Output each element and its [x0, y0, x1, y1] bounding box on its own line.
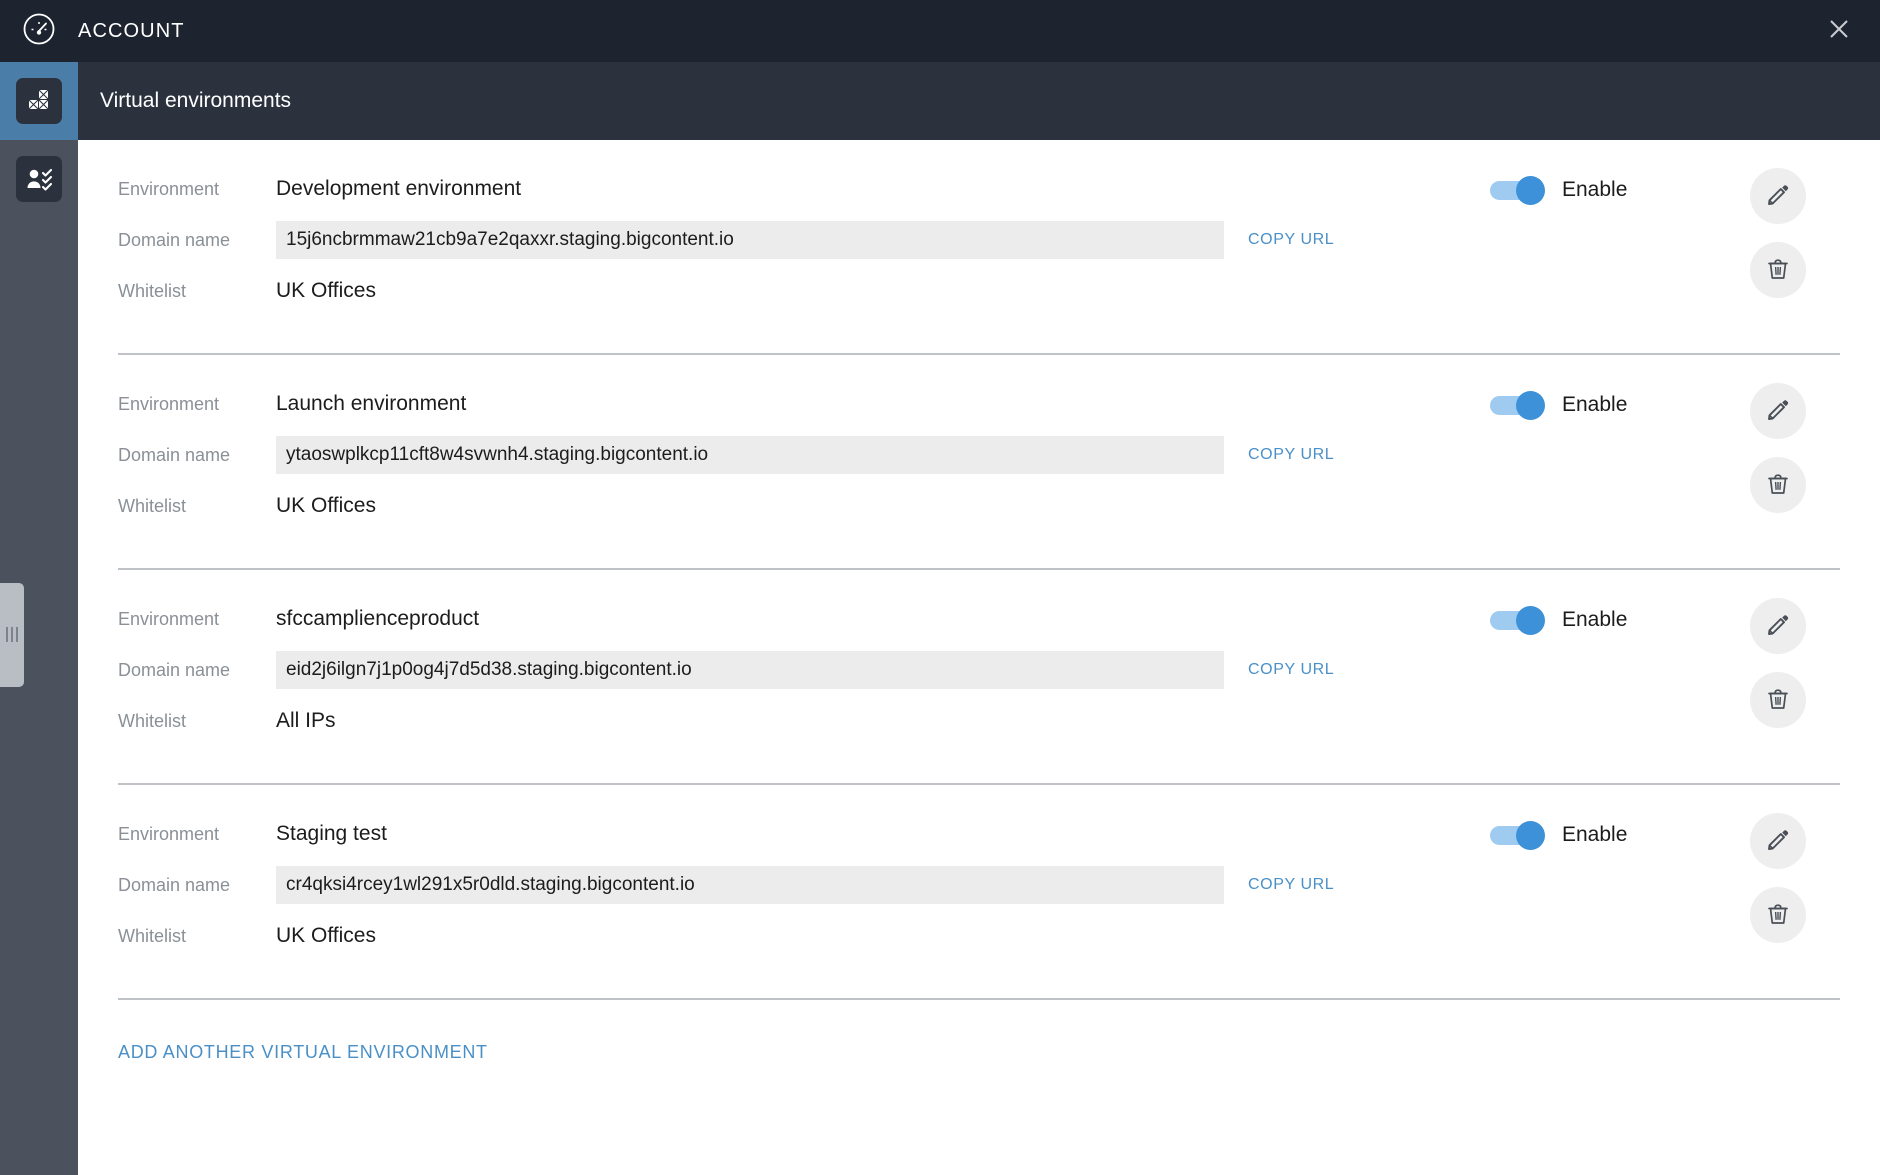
- virtual-environments-blocks-icon: [16, 78, 62, 124]
- pencil-edit-icon: [1766, 398, 1790, 425]
- environment-name-value: Launch environment: [276, 392, 467, 415]
- edit-environment-button[interactable]: [1750, 383, 1806, 439]
- environment-row: Environment sfccamplienceproduct Domain …: [118, 568, 1840, 783]
- domain-name-input[interactable]: cr4qksi4rcey1wl291x5r0dld.staging.bigcon…: [276, 866, 1224, 904]
- environment-label: Environment: [118, 608, 220, 629]
- trash-delete-icon: [1766, 257, 1790, 284]
- toggle-knob: [1516, 175, 1545, 205]
- whitelist-label: Whitelist: [118, 925, 187, 946]
- domain-name-input[interactable]: 15j6ncbrmmaw21cb9a7e2qaxxr.staging.bigco…: [276, 221, 1224, 259]
- enable-toggle-label: Enable: [1562, 608, 1628, 631]
- drag-grip-icon: [5, 626, 20, 644]
- trash-delete-icon: [1766, 687, 1790, 714]
- delete-environment-button[interactable]: [1750, 457, 1806, 513]
- edit-environment-button[interactable]: [1750, 598, 1806, 654]
- environment-label: Environment: [118, 393, 220, 414]
- domain-name-input[interactable]: ytaoswplkcp11cft8w4svwnh4.staging.bigcon…: [276, 436, 1224, 474]
- toggle-knob: [1516, 605, 1545, 635]
- delete-environment-button[interactable]: [1750, 887, 1806, 943]
- row-controls: Enable: [1480, 598, 1840, 728]
- section-header: Virtual environments: [78, 62, 1880, 140]
- panel-footer: ADD ANOTHER VIRTUAL ENVIRONMENT: [118, 998, 1840, 1069]
- enable-toggle-label: Enable: [1562, 823, 1628, 846]
- domain-name-label: Domain name: [118, 229, 231, 250]
- edit-environment-button[interactable]: [1750, 813, 1806, 869]
- page-title: ACCOUNT: [78, 19, 185, 42]
- domain-name-input[interactable]: eid2j6ilgn7j1p0og4j7d5d38.staging.bigcon…: [276, 651, 1224, 689]
- environment-name-value: sfccamplienceproduct: [276, 607, 480, 630]
- whitelist-label: Whitelist: [118, 495, 187, 516]
- user-permissions-checklist-icon: [16, 156, 62, 202]
- pencil-edit-icon: [1766, 613, 1790, 640]
- environment-row: Environment Staging test Domain name cr4…: [118, 783, 1840, 998]
- pencil-edit-icon: [1766, 828, 1790, 855]
- virtual-environments-panel: Environment Development environment Doma…: [78, 140, 1880, 1175]
- copy-url-button[interactable]: COPY URL: [1248, 446, 1334, 464]
- environment-name-value: Staging test: [276, 822, 387, 845]
- close-icon: [1828, 18, 1850, 45]
- toggle-knob: [1516, 390, 1545, 420]
- enable-toggle-group: Enable: [1490, 605, 1628, 635]
- app-logo[interactable]: [0, 0, 78, 62]
- enable-toggle-group: Enable: [1490, 820, 1628, 850]
- domain-name-label: Domain name: [118, 659, 231, 680]
- enable-toggle[interactable]: [1490, 175, 1545, 205]
- environment-label: Environment: [118, 823, 220, 844]
- trash-delete-icon: [1766, 902, 1790, 929]
- edit-environment-button[interactable]: [1750, 168, 1806, 224]
- row-controls: Enable: [1480, 813, 1840, 943]
- whitelist-value: UK Offices: [276, 494, 376, 517]
- section-title: Virtual environments: [100, 89, 292, 112]
- toggle-knob: [1516, 820, 1545, 850]
- environment-row: Environment Launch environment Domain na…: [118, 353, 1840, 568]
- row-controls: Enable: [1480, 383, 1840, 513]
- delete-environment-button[interactable]: [1750, 242, 1806, 298]
- environment-label: Environment: [118, 178, 220, 199]
- enable-toggle[interactable]: [1490, 820, 1545, 850]
- enable-toggle[interactable]: [1490, 605, 1545, 635]
- close-button[interactable]: [1824, 16, 1854, 46]
- panel-resize-handle[interactable]: [0, 583, 24, 687]
- whitelist-label: Whitelist: [118, 280, 187, 301]
- enable-toggle-label: Enable: [1562, 178, 1628, 201]
- whitelist-label: Whitelist: [118, 710, 187, 731]
- delete-environment-button[interactable]: [1750, 672, 1806, 728]
- top-bar: ACCOUNT: [0, 0, 1880, 62]
- row-controls: Enable: [1480, 168, 1840, 298]
- whitelist-value: All IPs: [276, 709, 336, 732]
- pencil-edit-icon: [1766, 183, 1790, 210]
- copy-url-button[interactable]: COPY URL: [1248, 661, 1334, 679]
- whitelist-value: UK Offices: [276, 924, 376, 947]
- domain-name-label: Domain name: [118, 874, 231, 895]
- enable-toggle[interactable]: [1490, 390, 1545, 420]
- environment-name-value: Development environment: [276, 177, 522, 200]
- sidebar-item-virtual-environments[interactable]: [0, 62, 78, 140]
- whitelist-value: UK Offices: [276, 279, 376, 302]
- environment-row: Environment Development environment Doma…: [118, 140, 1840, 353]
- sidebar-item-user-permissions[interactable]: [0, 140, 78, 218]
- enable-toggle-label: Enable: [1562, 393, 1628, 416]
- domain-name-label: Domain name: [118, 444, 231, 465]
- copy-url-button[interactable]: COPY URL: [1248, 231, 1334, 249]
- add-virtual-environment-button[interactable]: ADD ANOTHER VIRTUAL ENVIRONMENT: [118, 1036, 488, 1069]
- dashboard-gauge-icon: [22, 12, 56, 51]
- enable-toggle-group: Enable: [1490, 175, 1628, 205]
- environment-list: Environment Development environment Doma…: [78, 140, 1880, 998]
- enable-toggle-group: Enable: [1490, 390, 1628, 420]
- trash-delete-icon: [1766, 472, 1790, 499]
- copy-url-button[interactable]: COPY URL: [1248, 876, 1334, 894]
